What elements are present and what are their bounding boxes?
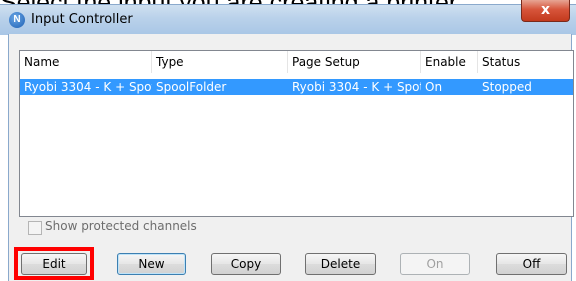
edit-highlight-box [14, 247, 94, 280]
row-type: SpoolFolder [156, 80, 227, 94]
app-icon: N [9, 12, 25, 28]
column-header-enable[interactable]: Enable [421, 51, 478, 73]
list-header: Name Type Page Setup Enable Status [20, 51, 573, 73]
window-title: Input Controller [31, 12, 133, 27]
row-name: Ryobi 3304 - K + Spot [24, 80, 152, 94]
row-status: Stopped [482, 80, 532, 94]
copy-button[interactable]: Copy [211, 253, 281, 275]
on-button[interactable]: On [400, 253, 470, 275]
column-header-type[interactable]: Type [152, 51, 288, 73]
close-button[interactable]: x [521, 0, 570, 22]
row-enable: On [425, 80, 443, 94]
new-button[interactable]: New [117, 253, 186, 275]
row-page-setup: Ryobi 3304 - K + Spot [292, 80, 421, 94]
column-header-page-setup[interactable]: Page Setup [288, 51, 421, 73]
title-bar[interactable]: N Input Controller [0, 4, 576, 35]
table-row[interactable]: Ryobi 3304 - K + Spot SpoolFolder Ryobi … [20, 79, 573, 95]
column-header-status[interactable]: Status [478, 51, 573, 73]
input-list[interactable]: Name Type Page Setup Enable Status Ryobi… [19, 50, 574, 217]
delete-button[interactable]: Delete [305, 253, 376, 275]
column-header-name[interactable]: Name [20, 51, 152, 73]
show-protected-label: Show protected channels [45, 219, 197, 233]
off-button[interactable]: Off [496, 253, 567, 275]
window-client-area: Name Type Page Setup Enable Status Ryobi… [8, 34, 574, 281]
input-controller-window: N Input Controller x Name Type Page Setu… [0, 0, 576, 281]
show-protected-checkbox[interactable] [28, 221, 42, 235]
